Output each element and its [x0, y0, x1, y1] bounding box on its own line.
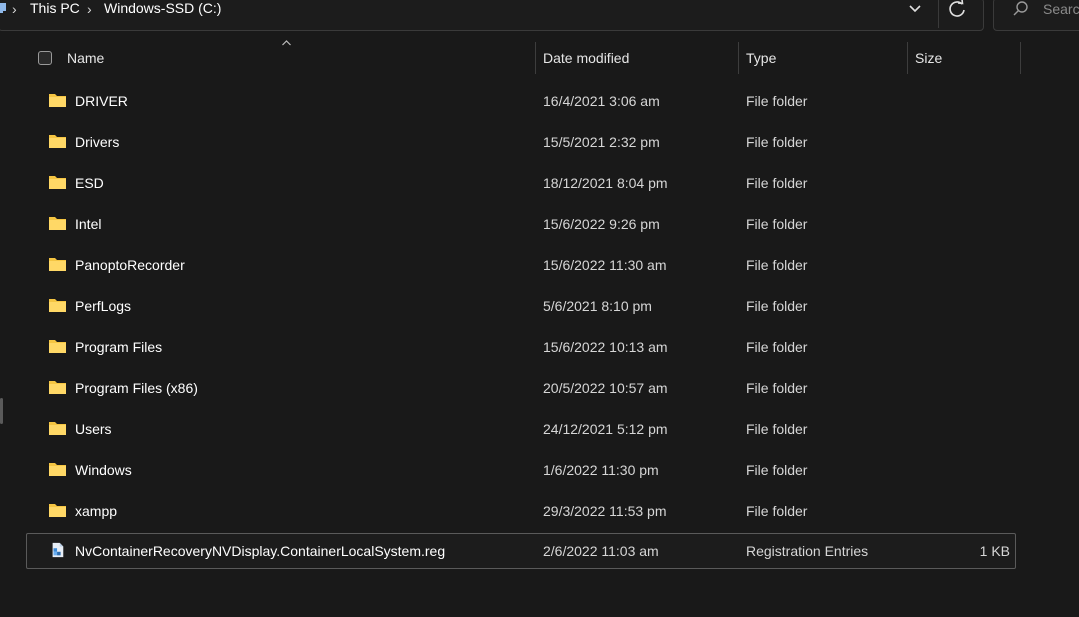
column-divider[interactable] — [535, 42, 536, 74]
file-row[interactable]: xampp 29/3/2022 11:53 pm File folder — [26, 493, 1016, 529]
file-date: 16/4/2021 3:06 am — [543, 93, 660, 109]
file-date: 24/12/2021 5:12 pm — [543, 421, 668, 437]
nav-pane-scrollbar[interactable] — [0, 398, 3, 424]
column-header-size[interactable]: Size — [915, 50, 942, 66]
file-date: 29/3/2022 11:53 pm — [543, 503, 667, 519]
chevron-down-icon[interactable] — [904, 0, 926, 18]
file-name: Users — [75, 421, 112, 437]
file-name: Program Files — [75, 339, 163, 355]
select-all-checkbox[interactable] — [38, 51, 52, 65]
file-row[interactable]: Windows 1/6/2022 11:30 pm File folder — [26, 452, 1016, 488]
file-date: 2/6/2022 11:03 am — [543, 543, 659, 559]
file-date: 5/6/2021 8:10 pm — [543, 298, 652, 314]
column-header-name[interactable]: Name — [67, 50, 104, 66]
refresh-icon[interactable] — [946, 0, 968, 20]
file-type: File folder — [746, 421, 808, 437]
folder-icon — [49, 340, 66, 353]
file-type: File folder — [746, 93, 808, 109]
file-type: File folder — [746, 257, 808, 273]
file-name: Drivers — [75, 134, 120, 150]
file-name: PerfLogs — [75, 298, 132, 314]
file-name: Windows — [75, 462, 132, 478]
folder-icon — [49, 463, 66, 476]
breadcrumb-separator-icon: › — [87, 1, 92, 17]
this-pc-icon — [0, 3, 6, 13]
folder-icon — [49, 504, 66, 517]
file-row-selected[interactable]: NvContainerRecoveryNVDisplay.ContainerLo… — [26, 533, 1016, 569]
column-divider[interactable] — [907, 42, 908, 74]
file-size: 1 KB — [979, 543, 1010, 559]
file-type: File folder — [746, 503, 808, 519]
search-icon — [1013, 1, 1028, 16]
file-row[interactable]: DRIVER 16/4/2021 3:06 am File folder — [26, 83, 1016, 119]
folder-icon — [49, 422, 66, 435]
column-divider[interactable] — [1020, 42, 1021, 74]
column-header-type[interactable]: Type — [746, 50, 776, 66]
file-type: File folder — [746, 216, 808, 232]
folder-icon — [49, 258, 66, 271]
toolbar-divider — [938, 0, 939, 28]
search-placeholder: Search — [1043, 1, 1079, 17]
folder-icon — [49, 381, 66, 394]
file-type: Registration Entries — [746, 543, 869, 559]
file-name: DRIVER — [75, 93, 128, 109]
file-name: PanoptoRecorder — [75, 257, 185, 273]
folder-icon — [49, 299, 66, 312]
file-type: File folder — [746, 175, 808, 191]
file-name: ESD — [75, 175, 104, 191]
file-type: File folder — [746, 298, 808, 314]
folder-icon — [49, 94, 66, 107]
column-header-date-modified[interactable]: Date modified — [543, 50, 629, 66]
file-date: 20/5/2022 10:57 am — [543, 380, 668, 396]
file-row[interactable]: PanoptoRecorder 15/6/2022 11:30 am File … — [26, 247, 1016, 283]
file-date: 15/5/2021 2:32 pm — [543, 134, 660, 150]
file-date: 1/6/2022 11:30 pm — [543, 462, 659, 478]
file-type: File folder — [746, 380, 808, 396]
file-row[interactable]: Program Files 15/6/2022 10:13 am File fo… — [26, 329, 1016, 365]
file-name: Intel — [75, 216, 102, 232]
file-date: 15/6/2022 11:30 am — [543, 257, 667, 273]
breadcrumb-this-pc[interactable]: This PC — [30, 0, 80, 16]
file-row[interactable]: Users 24/12/2021 5:12 pm File folder — [26, 411, 1016, 447]
column-divider[interactable] — [738, 42, 739, 74]
file-row[interactable]: Drivers 15/5/2021 2:32 pm File folder — [26, 124, 1016, 160]
file-type: File folder — [746, 462, 808, 478]
breadcrumb-windows-ssd[interactable]: Windows-SSD (C:) — [104, 0, 221, 16]
sort-ascending-icon — [282, 40, 291, 46]
folder-icon — [49, 135, 66, 148]
file-type: File folder — [746, 134, 808, 150]
folder-icon — [49, 176, 66, 189]
registry-file-icon — [52, 542, 64, 558]
folder-icon — [49, 217, 66, 230]
file-name: xampp — [75, 503, 118, 519]
file-row[interactable]: Program Files (x86) 20/5/2022 10:57 am F… — [26, 370, 1016, 406]
file-date: 18/12/2021 8:04 pm — [543, 175, 668, 191]
breadcrumb-separator-icon: › — [12, 1, 17, 17]
address-bar-area: › This PC › Windows-SSD (C:) Search — [0, 0, 1079, 34]
file-name: Program Files (x86) — [75, 380, 198, 396]
file-date: 15/6/2022 10:13 am — [543, 339, 668, 355]
file-row[interactable]: Intel 15/6/2022 9:26 pm File folder — [26, 206, 1016, 242]
file-date: 15/6/2022 9:26 pm — [543, 216, 660, 232]
file-name: NvContainerRecoveryNVDisplay.ContainerLo… — [75, 543, 446, 559]
file-row[interactable]: ESD 18/12/2021 8:04 pm File folder — [26, 165, 1016, 201]
file-type: File folder — [746, 339, 808, 355]
file-row[interactable]: PerfLogs 5/6/2021 8:10 pm File folder — [26, 288, 1016, 324]
